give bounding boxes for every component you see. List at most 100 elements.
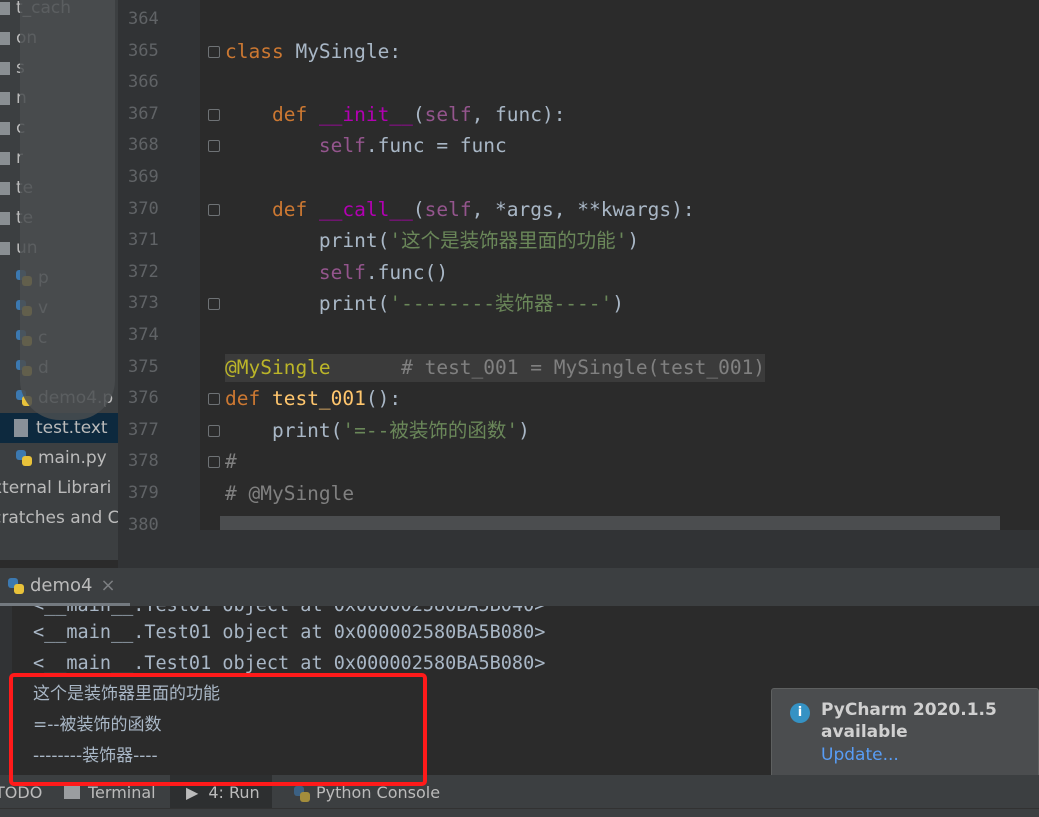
code-line: class MySingle:: [225, 36, 401, 68]
code-token: ():: [365, 387, 402, 411]
fold-marker-icon[interactable]: [208, 424, 220, 437]
run-tab-demo4[interactable]: demo4 ×: [0, 568, 130, 606]
code-token: # test_001 = MySingle(test_001): [330, 355, 766, 379]
text-file-icon: [14, 419, 28, 437]
line-number: 377: [128, 419, 159, 440]
folder-icon: [0, 31, 10, 45]
run-tab-label: demo4: [30, 575, 93, 596]
line-number: 376: [128, 388, 159, 409]
fold-marker-icon[interactable]: [208, 45, 220, 58]
line-number: 373: [128, 293, 159, 314]
code-line: def test_001():: [225, 383, 401, 415]
folder-icon: [0, 1, 10, 15]
code-token: print(: [225, 292, 390, 316]
tree-item-label: cratches and C: [0, 508, 118, 528]
python-console-icon: [292, 784, 310, 804]
code-token: self: [424, 102, 472, 126]
fold-marker-icon[interactable]: [208, 140, 220, 153]
line-number: 366: [128, 72, 159, 93]
fold-marker-icon[interactable]: [208, 298, 220, 311]
code-token: '--------装饰器----': [389, 292, 613, 316]
python-icon: [6, 576, 24, 596]
run-tool-header: demo4 ×: [0, 568, 1039, 606]
folder-icon: [0, 151, 10, 165]
editor-horizontal-scrollbar[interactable]: [220, 516, 1000, 530]
editor-bottom-strip: [118, 530, 1039, 568]
code-token: , func):: [471, 102, 566, 126]
line-number: 369: [128, 167, 159, 187]
line-number: 374: [128, 325, 159, 345]
code-token: test_001: [271, 387, 366, 411]
update-link[interactable]: Update...: [821, 743, 1030, 767]
folder-icon: [0, 181, 10, 195]
code-token: # @MySingle: [225, 482, 355, 505]
code-token: class: [225, 39, 296, 63]
status-bar: [0, 808, 1039, 817]
code-token: (: [412, 102, 425, 126]
code-token: (: [412, 197, 425, 221]
code-token: ): [612, 292, 624, 316]
code-line: #: [225, 446, 237, 478]
tree-item[interactable]: cratches and C: [0, 503, 118, 533]
python-file-icon: [14, 448, 32, 468]
line-number: 375: [128, 356, 159, 377]
code-token: #: [225, 450, 237, 474]
code-line: def __call__(self, *args, **kwargs):: [225, 194, 695, 226]
code-line: def __init__(self, func):: [225, 99, 566, 131]
code-token: self: [424, 197, 472, 221]
highlight-annotation-box: [9, 673, 427, 786]
code-line: print('这个是装饰器里面的功能'): [225, 225, 639, 257]
code-token: @MySingle: [225, 355, 331, 379]
line-number: 379: [128, 483, 159, 503]
tree-item[interactable]: main.py: [14, 443, 107, 473]
line-number: 371: [128, 230, 159, 251]
code-token: ): [627, 229, 640, 253]
line-number: 370: [128, 198, 159, 219]
fold-marker-icon[interactable]: [208, 393, 220, 406]
line-number: 378: [128, 451, 159, 472]
notification-title: PyCharm 2020.1.5 available: [821, 700, 997, 742]
code-editor[interactable]: class MySingle: def __init__(self, func)…: [200, 0, 1039, 530]
console-line: <__main__.Test01 object at 0x000002580BA…: [33, 622, 546, 643]
code-line: @MySingle # test_001 = MySingle(test_001…: [225, 352, 765, 384]
code-line: print('=--被装饰的函数'): [225, 415, 530, 447]
folder-icon: [0, 61, 10, 75]
folder-icon: [0, 121, 10, 135]
code-line: # @MySingle: [225, 478, 354, 510]
code-line: print('--------装饰器----'): [225, 288, 624, 320]
close-icon[interactable]: ×: [101, 575, 116, 596]
code-token: .func = func: [365, 134, 507, 158]
line-gutter: 364 365 366 367 368 369 370 371 372 373 374 375 376 3…: [118, 0, 200, 535]
tree-item-label: xternal Librari: [0, 478, 112, 498]
code-token: .func(): [365, 260, 449, 284]
code-token: def: [271, 102, 319, 126]
code-line: self.func(): [225, 257, 448, 289]
code-token: '这个是装饰器里面的功能': [389, 229, 628, 253]
fold-marker-icon[interactable]: [208, 108, 220, 121]
line-number: 365: [128, 40, 159, 61]
info-icon: i: [790, 703, 810, 723]
code-token: print(: [225, 229, 390, 253]
code-line: self.func = func: [225, 130, 507, 162]
project-tree: t_cachonsncrteteunpvcddemo4.ptest.textma…: [0, 0, 118, 560]
folder-icon: [0, 241, 10, 255]
tree-item-label: test.text: [36, 418, 108, 438]
folder-icon: [0, 91, 10, 105]
line-number: 364: [128, 9, 159, 29]
tree-item-label: main.py: [38, 448, 107, 468]
pixelated-redaction: [20, 0, 115, 420]
fold-marker-icon[interactable]: [208, 203, 220, 216]
code-token: def: [225, 387, 272, 411]
code-token: , *args, **kwargs):: [471, 197, 695, 221]
line-number: 367: [128, 103, 159, 124]
code-token: self: [318, 260, 366, 284]
code-token: '=--被装饰的函数': [342, 418, 519, 442]
fold-marker-icon[interactable]: [208, 456, 220, 469]
code-token: ): [518, 418, 530, 442]
code-token: self: [318, 134, 366, 158]
code-token: MySingle:: [295, 39, 402, 63]
tree-item[interactable]: xternal Librari: [0, 473, 111, 503]
